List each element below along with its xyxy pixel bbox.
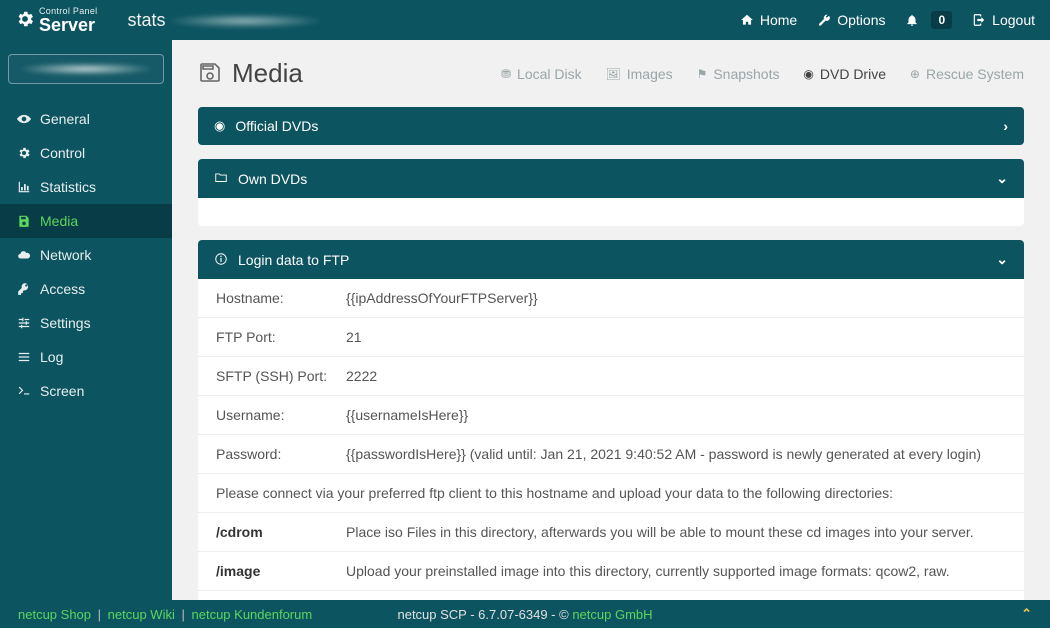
chevron-right-icon: ›	[1003, 118, 1008, 134]
gear-icon	[14, 146, 34, 160]
disk-icon	[198, 60, 222, 88]
list-icon	[14, 350, 34, 364]
logo[interactable]: Control Panel Server	[15, 7, 97, 33]
sidebar-item-media[interactable]: Media	[0, 204, 172, 238]
sidebar-item-label: Access	[40, 281, 85, 297]
panel-official-dvds: ◉ Official DVDs ›	[198, 107, 1024, 145]
sidebar-item-label: Network	[40, 247, 91, 263]
sidebar-item-screen[interactable]: Screen	[0, 374, 172, 408]
tab-rescue-system[interactable]: ⊕Rescue System	[910, 66, 1024, 82]
page-title: Media	[198, 58, 303, 89]
cloud-icon	[14, 248, 34, 262]
ftp-dir-cdrom: /cdrom Place iso Files in this directory…	[198, 513, 1024, 552]
sidebar-item-general[interactable]: General	[0, 102, 172, 136]
ftp-row-username: Username: {{usernameIsHere}}	[198, 396, 1024, 435]
sidebar-item-statistics[interactable]: Statistics	[0, 170, 172, 204]
ftp-row-password: Password: {{passwordIsHere}} (valid unti…	[198, 435, 1024, 474]
sidebar-item-label: Screen	[40, 383, 84, 399]
ftp-dir-image: /image Upload your preinstalled image in…	[198, 552, 1024, 591]
ftp-row-hostname: Hostname: {{ipAddressOfYourFTPServer}}	[198, 279, 1024, 318]
panel-ftp-login: Login data to FTP ⌄ Hostname: {{ipAddres…	[198, 240, 1024, 600]
folder-icon	[214, 171, 228, 186]
server-selector[interactable]	[8, 54, 164, 84]
tab-snapshots[interactable]: ⚑Snapshots	[697, 66, 780, 82]
key-icon	[14, 282, 34, 296]
sidebar-item-label: Log	[40, 349, 63, 365]
logout-link[interactable]: Logout	[972, 12, 1035, 28]
snapshot-icon: ⚑	[697, 67, 708, 81]
chevron-down-icon: ⌄	[996, 170, 1008, 187]
home-icon	[740, 13, 754, 28]
sliders-icon	[14, 316, 34, 330]
footer-link-company[interactable]: netcup GmbH	[572, 607, 652, 622]
scroll-top-button[interactable]: ⌃	[1021, 606, 1032, 622]
redacted-hostname	[170, 14, 320, 28]
home-link[interactable]: Home	[740, 12, 797, 28]
logout-icon	[972, 13, 986, 28]
disc-icon: ◉	[803, 67, 813, 81]
eye-icon	[14, 112, 34, 126]
options-link[interactable]: Options	[817, 12, 885, 28]
panel-header-ftp-login[interactable]: Login data to FTP ⌄	[198, 240, 1024, 279]
ftp-connect-note: Please connect via your preferred ftp cl…	[198, 474, 1024, 513]
panel-own-dvds: Own DVDs ⌄	[198, 159, 1024, 226]
logo-title: Server	[39, 17, 95, 33]
sidebar-item-control[interactable]: Control	[0, 136, 172, 170]
sidebar-item-label: Control	[40, 145, 85, 161]
footer-center: netcup SCP - 6.7.07-6349 - © netcup GmbH	[397, 607, 652, 622]
page-context-title: stats	[127, 10, 320, 31]
disc-icon: ◉	[214, 118, 225, 134]
footer-link-wiki[interactable]: netcup Wiki	[108, 607, 175, 622]
disk-icon	[14, 214, 34, 228]
bell-icon	[905, 13, 919, 28]
sidebar-item-label: Settings	[40, 315, 91, 331]
gear-icon	[15, 9, 35, 32]
panel-body-own-dvds	[198, 198, 1024, 226]
chevron-down-icon: ⌄	[996, 251, 1008, 268]
disk-icon: ⛃	[501, 67, 511, 81]
bar-chart-icon	[14, 180, 34, 194]
info-icon	[214, 252, 228, 267]
sidebar-item-network[interactable]: Network	[0, 238, 172, 272]
footer-link-shop[interactable]: netcup Shop	[18, 607, 91, 622]
tab-local-disk[interactable]: ⛃Local Disk	[501, 66, 582, 82]
lifebuoy-icon: ⊕	[910, 67, 920, 81]
ftp-row-sftp-port: SFTP (SSH) Port: 2222	[198, 357, 1024, 396]
notifications-link[interactable]: 0	[905, 11, 952, 29]
notification-count: 0	[931, 11, 952, 29]
terminal-icon	[14, 384, 34, 398]
footer: netcup Shop | netcup Wiki | netcup Kunde…	[0, 600, 1050, 628]
wrench-icon	[817, 13, 831, 28]
ftp-row-ftp-port: FTP Port: 21	[198, 318, 1024, 357]
footer-link-forum[interactable]: netcup Kundenforum	[192, 607, 313, 622]
sidebar-item-access[interactable]: Access	[0, 272, 172, 306]
image-icon: 🖼	[606, 67, 621, 81]
topbar: Control Panel Server stats Home Options …	[0, 0, 1050, 40]
sidebar-item-settings[interactable]: Settings	[0, 306, 172, 340]
subnav: ⛃Local Disk 🖼Images ⚑Snapshots ◉DVD Driv…	[303, 65, 1024, 82]
sidebar: General Control Statistics Media Network…	[0, 40, 172, 600]
panel-header-official-dvds[interactable]: ◉ Official DVDs ›	[198, 107, 1024, 145]
tab-images[interactable]: 🖼Images	[606, 66, 673, 82]
sidebar-item-label: Media	[40, 213, 78, 229]
panel-header-own-dvds[interactable]: Own DVDs ⌄	[198, 159, 1024, 198]
panel-body-ftp-login: Hostname: {{ipAddressOfYourFTPServer}} F…	[198, 279, 1024, 600]
redacted-server-name	[21, 63, 151, 75]
sidebar-item-label: Statistics	[40, 179, 96, 195]
tab-dvd-drive[interactable]: ◉DVD Drive	[803, 66, 886, 82]
content-area: Media ⛃Local Disk 🖼Images ⚑Snapshots ◉DV…	[172, 40, 1050, 600]
sidebar-item-log[interactable]: Log	[0, 340, 172, 374]
logo-subtitle: Control Panel	[39, 7, 97, 17]
sidebar-item-label: General	[40, 111, 90, 127]
